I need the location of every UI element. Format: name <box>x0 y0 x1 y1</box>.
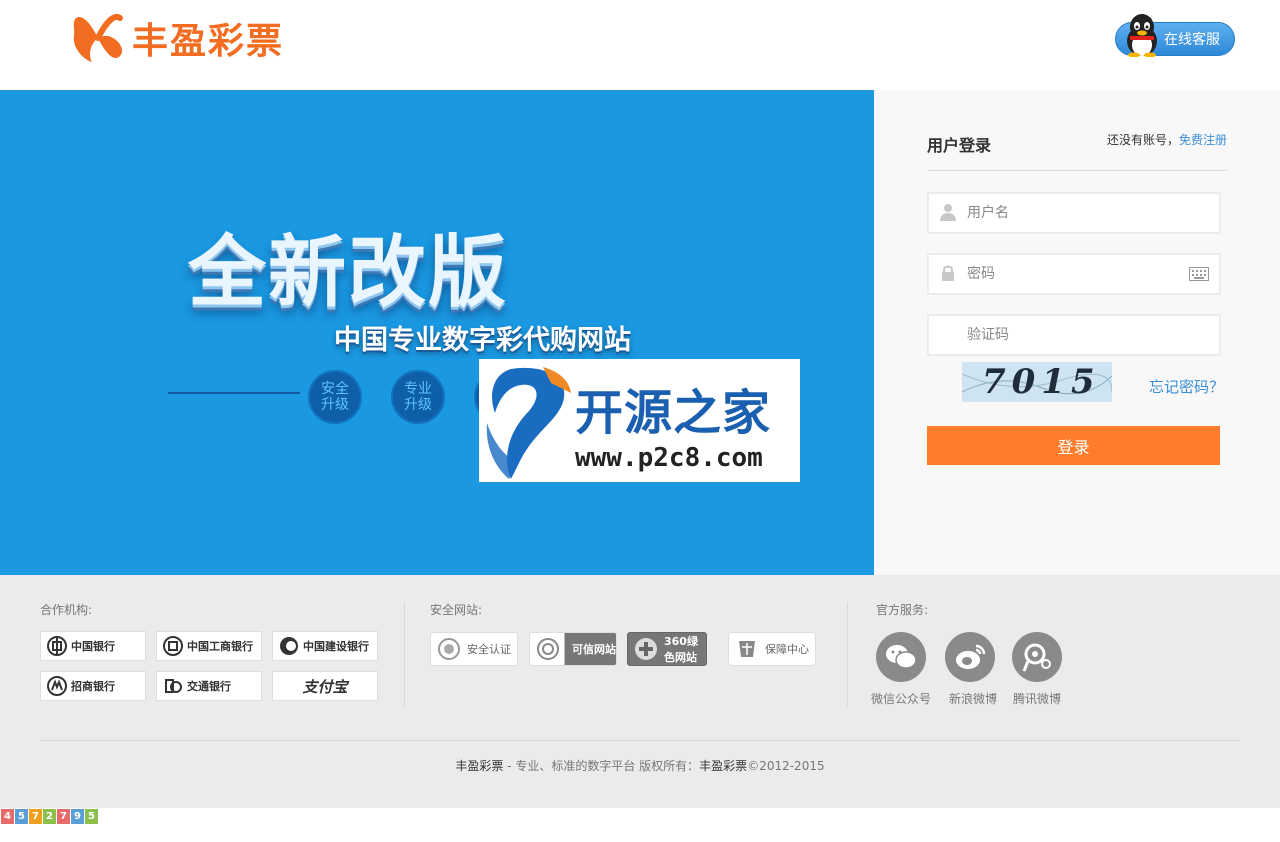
badge-security-cert[interactable]: 安全认证 <box>430 632 518 666</box>
badge-trusted-site[interactable]: 可信网站 <box>529 632 617 666</box>
captcha-text: 7015 <box>982 362 1101 402</box>
shield-icon <box>438 638 460 660</box>
username-input[interactable] <box>967 194 1187 232</box>
partners-title: 合作机构: <box>40 603 93 617</box>
logo[interactable]: 丰盈彩票 <box>68 8 284 68</box>
login-button[interactable]: 登录 <box>927 426 1220 465</box>
footer-horizontal-divider <box>40 740 1240 741</box>
badge-360-green[interactable]: 360绿色网站 <box>627 632 707 666</box>
banner-divider-line <box>168 392 300 394</box>
security-title: 安全网站: <box>430 603 483 617</box>
counter-digit: 5 <box>15 809 28 824</box>
bank-label: 中国工商银行 <box>187 640 253 653</box>
user-icon <box>940 204 956 221</box>
copyright-middle: - 专业、标准的数字平台 版权所有： <box>503 759 700 773</box>
watermark-logo-icon <box>486 367 571 479</box>
keyboard-icon[interactable] <box>1189 267 1209 281</box>
online-service-button[interactable]: 在线客服 <box>1115 14 1235 57</box>
copyright-year: ©2012-2015 <box>747 759 825 773</box>
bank-label: 支付宝 <box>302 677 348 696</box>
bank-alipay[interactable]: 支付宝 <box>272 671 378 701</box>
feature-security-upgrade: 安全 升级 <box>308 370 362 424</box>
password-field[interactable] <box>927 253 1221 295</box>
social-label: 腾讯微博 <box>1012 692 1061 706</box>
promo-banner[interactable]: 全新改版 中国专业数字彩代购网站 安全 升级 专业 升级 开源之家 www.p2… <box>0 90 874 575</box>
bank-boc[interactable]: 中国银行 <box>40 631 146 661</box>
watermark-url: www.p2c8.com <box>575 443 763 473</box>
bank-ccb[interactable]: 中国建设银行 <box>272 631 378 661</box>
footer-divider <box>404 602 405 706</box>
wechat-button[interactable] <box>876 632 926 682</box>
watermark-image: 开源之家 www.p2c8.com <box>479 359 800 482</box>
counter-digit: 7 <box>29 809 42 824</box>
badge-label: 保障中心 <box>765 643 809 656</box>
counter-digit: 9 <box>71 809 84 824</box>
banner-subline: 中国专业数字彩代购网站 <box>334 325 631 356</box>
footer-divider <box>847 602 848 706</box>
username-field[interactable] <box>927 192 1221 234</box>
bank-label: 中国银行 <box>71 640 115 653</box>
trusted-swirl-icon <box>537 638 559 660</box>
forgot-password-link[interactable]: 忘记密码？ <box>1149 376 1224 397</box>
weibo-button[interactable] <box>945 632 995 682</box>
bank-label: 交通银行 <box>187 680 231 693</box>
bank-label: 中国建设银行 <box>303 640 369 653</box>
counter-digit: 4 <box>1 809 14 824</box>
cmb-logo-icon <box>47 676 67 696</box>
captcha-image[interactable]: 7015 <box>962 362 1112 402</box>
lock-icon <box>942 265 954 281</box>
wechat-icon <box>886 645 917 669</box>
qq-penguin-icon <box>1127 14 1157 57</box>
bank-icbc[interactable]: 中国工商银行 <box>156 631 262 661</box>
bank-label: 招商银行 <box>71 680 115 693</box>
service-title: 官方服务: <box>876 603 929 617</box>
badge-label: 可信网站 <box>572 643 616 656</box>
badge-label: 360绿色网站 <box>664 635 698 664</box>
captcha-input[interactable] <box>967 316 1187 354</box>
header: 丰盈彩票 在线客服 <box>0 0 1280 90</box>
login-divider <box>927 170 1227 171</box>
copyright: 丰盈彩票 - 专业、标准的数字平台 版权所有：丰盈彩票©2012-2015 <box>0 757 1280 774</box>
watermark-title: 开源之家 <box>575 385 772 441</box>
copyright-owner: 丰盈彩票 <box>699 759 748 773</box>
feature-professional-upgrade: 专业 升级 <box>391 370 445 424</box>
scales-icon <box>739 641 755 657</box>
bank-bocom[interactable]: 交通银行 <box>156 671 262 701</box>
login-panel: 用户登录 还没有账号，免费注册 701 <box>874 90 1280 575</box>
copyright-brand: 丰盈彩票 <box>455 759 504 773</box>
ccb-logo-icon <box>280 637 298 655</box>
tencent-weibo-icon <box>1022 643 1051 672</box>
icbc-logo-icon <box>163 636 183 656</box>
bocom-logo-icon <box>165 679 182 693</box>
visit-counter[interactable]: 4572795 <box>1 809 99 824</box>
captcha-field[interactable] <box>927 314 1221 356</box>
register-prompt: 还没有账号，免费注册 <box>1107 131 1227 148</box>
register-link[interactable]: 免费注册 <box>1179 133 1227 147</box>
banner-headline: 全新改版 <box>188 228 509 318</box>
counter-digit: 7 <box>57 809 70 824</box>
tencent-weibo-button[interactable] <box>1012 632 1062 682</box>
no-account-text: 还没有账号， <box>1106 133 1179 147</box>
logo-text: 丰盈彩票 <box>132 21 285 62</box>
plus-circle-icon <box>635 638 657 660</box>
badge-protection-center[interactable]: 保障中心 <box>728 632 816 666</box>
bank-cmb[interactable]: 招商银行 <box>40 671 146 701</box>
counter-digit: 2 <box>43 809 56 824</box>
online-service-label: 在线客服 <box>1164 32 1220 48</box>
footer: 合作机构: 中国银行 中国工商银行 中国建设银行 招商银行 交通银行 支付宝 安… <box>0 575 1280 808</box>
badge-label: 安全认证 <box>467 643 511 656</box>
boc-logo-icon <box>47 636 67 656</box>
counter-digit: 5 <box>85 809 98 824</box>
login-title: 用户登录 <box>927 136 992 155</box>
logo-icon <box>73 14 123 62</box>
social-label: 微信公众号 <box>870 692 931 706</box>
password-input[interactable] <box>967 255 1187 293</box>
weibo-icon <box>956 644 986 669</box>
